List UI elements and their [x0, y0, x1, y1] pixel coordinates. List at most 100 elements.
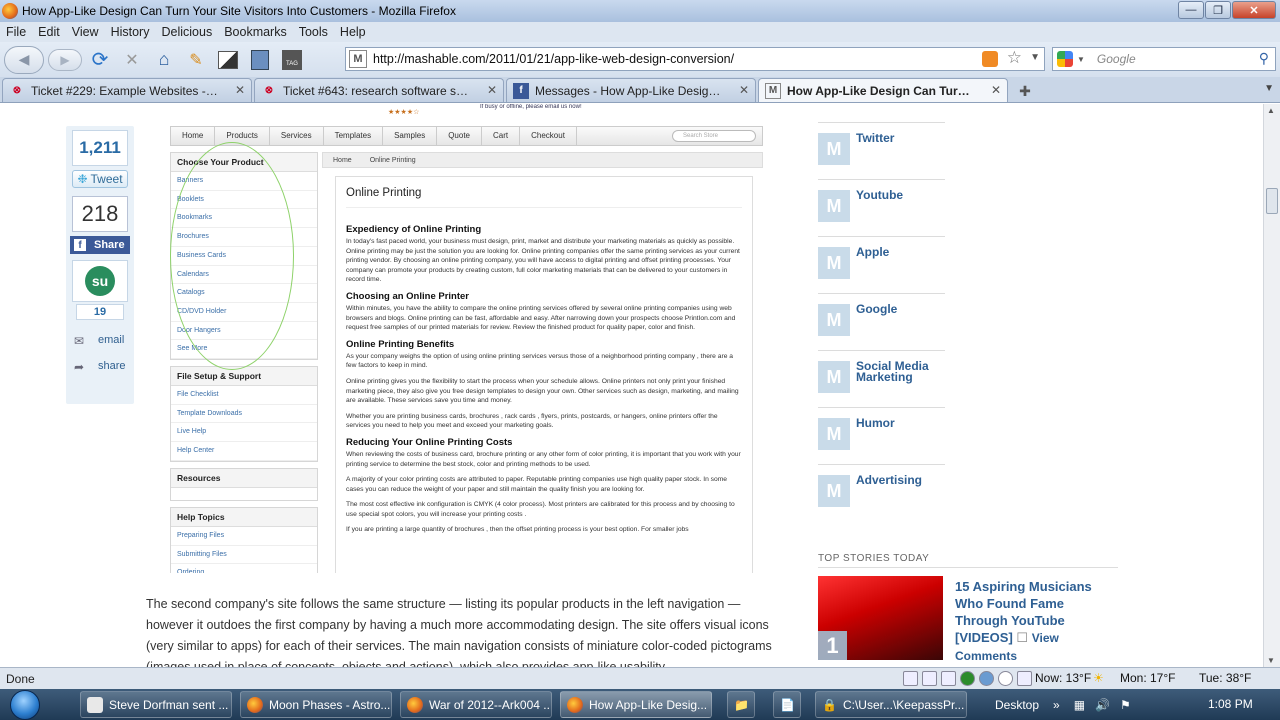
green-status-icon[interactable] [960, 671, 975, 686]
stop-icon[interactable]: ✕ [120, 48, 144, 72]
sidebar-item-label: Apple [856, 245, 890, 259]
menu-file[interactable]: File [6, 25, 26, 39]
list-all-tabs-icon[interactable]: ▼ [1264, 83, 1274, 94]
tray-chevron-icon[interactable]: » [1053, 698, 1060, 712]
search-icon[interactable]: ⚲ [1259, 50, 1269, 67]
story-title-link[interactable]: 15 Aspiring Musicians Who Found Fame Thr… [955, 578, 1120, 665]
shot-resources-title: Resources [171, 468, 317, 488]
screenshot-icon[interactable] [216, 48, 240, 72]
search-box[interactable]: ▼ Google ⚲ [1052, 47, 1276, 71]
shot-paragraph: When reviewing the costs of business car… [346, 450, 741, 468]
reload-icon[interactable]: ⟳ [88, 48, 112, 72]
sidebar-item-google[interactable]: M Google [818, 293, 945, 350]
tweet-button[interactable]: ❉ Tweet [72, 170, 128, 188]
addon-icon[interactable] [941, 671, 956, 686]
facebook-share-count: 218 [72, 196, 128, 232]
close-tab-icon[interactable]: ✕ [487, 83, 497, 97]
firefox-icon [87, 696, 103, 713]
folder-icon[interactable]: 📁 [727, 691, 755, 718]
email-link[interactable]: ✉ email [74, 334, 134, 348]
bookmark-star-icon[interactable]: ☆ [1007, 48, 1022, 68]
tray-network-icon[interactable]: ▦ [1074, 698, 1085, 712]
sidebar-item-label: Advertising [856, 473, 923, 487]
tag-icon[interactable]: TAG [280, 48, 304, 72]
menu-view[interactable]: View [72, 25, 99, 39]
shot-resources-box: Resources [170, 467, 318, 501]
google-icon[interactable] [1057, 51, 1073, 67]
mashable-icon: M [818, 304, 850, 336]
rss-icon[interactable] [982, 51, 998, 67]
taskbar-item-active[interactable]: How App-Like Desig... [560, 691, 712, 718]
shot-paragraph: A majority of your color printing costs … [346, 476, 728, 493]
scroll-down-arrow-icon[interactable]: ▼ [1267, 656, 1275, 665]
taskbar: Steve Dorfman sent ... Moon Phases - Ast… [0, 689, 1280, 720]
calendar-icon[interactable] [1017, 671, 1032, 686]
shot-setup-title: File Setup & Support [171, 367, 317, 387]
menu-edit[interactable]: Edit [38, 25, 60, 39]
taskbar-item[interactable]: 🔒 C:\User...\KeepassPr... [815, 691, 967, 718]
maximize-button[interactable]: ❐ [1205, 1, 1231, 19]
close-tab-icon[interactable]: ✕ [235, 83, 245, 97]
sidebar-item-advertising[interactable]: M Advertising [818, 464, 945, 521]
vertical-scrollbar[interactable]: ▲ ▼ [1263, 104, 1280, 667]
story-thumbnail[interactable]: 1 [818, 576, 943, 660]
sidebar-item-social-media-marketing[interactable]: M Social Media Marketing [818, 350, 945, 407]
mashable-icon: M [818, 418, 850, 450]
start-button[interactable] [2, 689, 48, 720]
stumbleupon-button[interactable]: su [72, 260, 128, 302]
shot-nav-quote: Quote [437, 127, 482, 145]
taskbar-clock[interactable]: 1:08 PM [1208, 697, 1253, 711]
address-bar[interactable]: M http://mashable.com/2011/01/21/app-lik… [345, 47, 1045, 71]
menu-delicious[interactable]: Delicious [161, 25, 212, 39]
menu-bookmarks[interactable]: Bookmarks [224, 25, 287, 39]
home-icon[interactable]: ⌂ [152, 48, 176, 72]
taskbar-item[interactable]: Moon Phases - Astro... [240, 691, 392, 718]
taskbar-item-label: Moon Phases - Astro... [269, 697, 391, 712]
addon-icon[interactable] [903, 671, 918, 686]
sidebar-item-label: Social Media Marketing [856, 359, 929, 384]
desktop-label[interactable]: Desktop [995, 698, 1039, 712]
menu-tools[interactable]: Tools [299, 25, 328, 39]
forward-button[interactable]: ▶ [48, 48, 82, 71]
minimize-button[interactable]: — [1178, 1, 1204, 19]
menu-help[interactable]: Help [340, 25, 366, 39]
clock-icon[interactable] [998, 671, 1013, 686]
taskbar-item[interactable]: Steve Dorfman sent ... [80, 691, 232, 718]
weather-tue[interactable]: Tue: 38°F [1199, 671, 1251, 685]
close-tab-icon[interactable]: ✕ [739, 83, 749, 97]
tab-messages[interactable]: f Messages - How App-Like Design C... ✕ [506, 78, 756, 102]
close-window-button[interactable]: ✕ [1232, 1, 1276, 19]
menu-history[interactable]: History [111, 25, 150, 39]
weather-mon[interactable]: Mon: 17°F [1120, 671, 1176, 685]
facebook-share-button[interactable]: f Share [70, 236, 130, 254]
sidebar-item-label: Twitter [856, 131, 895, 145]
back-button[interactable]: ◀ [4, 45, 44, 74]
scroll-up-arrow-icon[interactable]: ▲ [1267, 106, 1275, 115]
weather-now[interactable]: Now: 13°F [1035, 671, 1091, 685]
scrollbar-thumb[interactable] [1266, 188, 1278, 214]
search-placeholder[interactable]: Google [1097, 52, 1136, 66]
addon-icon[interactable] [922, 671, 937, 686]
taskbar-item[interactable]: War of 2012--Ark004 ... [400, 691, 552, 718]
tab-ticket-229[interactable]: ⊗ Ticket #229: Example Websites - Ide...… [2, 78, 252, 102]
pencil-icon[interactable]: ✎ [184, 48, 208, 72]
engine-dropdown-icon[interactable]: ▼ [1077, 55, 1085, 64]
new-tab-button[interactable]: ✚ [1010, 80, 1040, 102]
tray-volume-icon[interactable]: 🔊 [1095, 698, 1110, 712]
shot-page-title: Online Printing [346, 187, 742, 208]
bookmark-page-icon[interactable] [248, 48, 272, 72]
url-text[interactable]: http://mashable.com/2011/01/21/app-like-… [373, 52, 734, 66]
share-link[interactable]: ➦ share [74, 360, 134, 374]
document-icon[interactable]: 📄 [773, 691, 801, 718]
tab-ticket-643[interactable]: ⊗ Ticket #643: research software so th..… [254, 78, 504, 102]
sidebar-item-youtube[interactable]: M Youtube [818, 179, 945, 236]
tray-flag-icon[interactable]: ⚑ [1120, 698, 1131, 712]
history-dropdown-icon[interactable]: ▼ [1030, 52, 1040, 63]
sidebar-item-apple[interactable]: M Apple [818, 236, 945, 293]
sidebar-item-humor[interactable]: M Humor [818, 407, 945, 464]
sidebar-item-twitter[interactable]: M Twitter [818, 122, 945, 179]
tab-mashable[interactable]: M How App-Like Design Can Turn Y... ✕ [758, 78, 1008, 102]
shot-nav-home: Home [171, 127, 216, 145]
close-tab-icon[interactable]: ✕ [991, 83, 1001, 97]
globe-icon[interactable] [979, 671, 994, 686]
